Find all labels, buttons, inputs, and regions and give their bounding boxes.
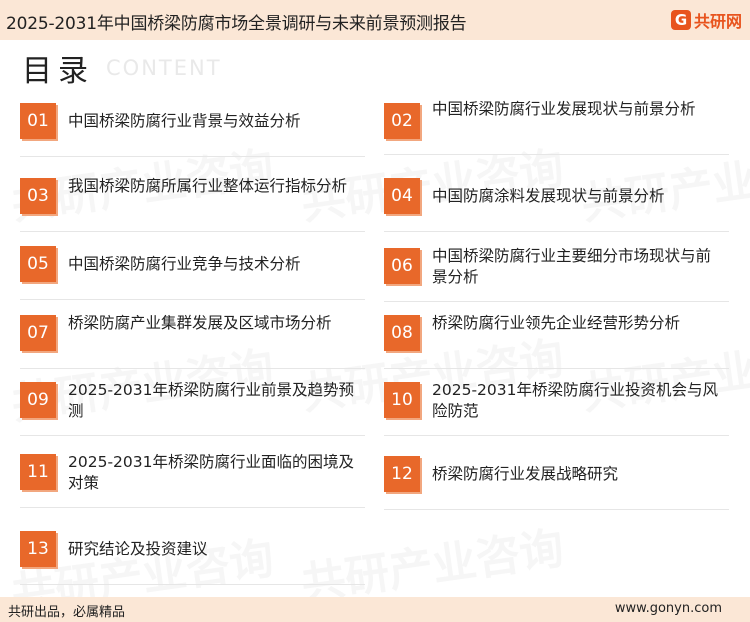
toc-item-title: 中国桥梁防腐行业背景与效益分析 bbox=[68, 112, 301, 130]
toc-item-number: 12 bbox=[384, 456, 420, 492]
toc-item[interactable]: 02 中国桥梁防腐行业发展现状与前景分析 bbox=[384, 97, 729, 155]
toc-item-number: 07 bbox=[20, 315, 56, 351]
toc-item-title: 中国桥梁防腐行业竞争与技术分析 bbox=[68, 255, 301, 273]
toc-item[interactable]: 03 我国桥梁防腐所属行业整体运行指标分析 bbox=[20, 174, 365, 232]
toc-item-number: 13 bbox=[20, 531, 56, 567]
toc-heading-en: CONTENT bbox=[106, 56, 222, 80]
toc-item-title: 中国防腐涂料发展现状与前景分析 bbox=[432, 187, 665, 205]
toc-item[interactable]: 07 桥梁防腐产业集群发展及区域市场分析 bbox=[20, 311, 365, 369]
toc-item-title: 研究结论及投资建议 bbox=[68, 540, 208, 558]
toc-item-title: 桥梁防腐产业集群发展及区域市场分析 bbox=[68, 314, 332, 332]
divider bbox=[384, 368, 729, 369]
brand-logo: G 共研网 bbox=[670, 9, 742, 31]
toc-item-number: 11 bbox=[20, 454, 56, 490]
toc-item-title: 2025-2031年桥梁防腐行业前景及趋势预测 bbox=[68, 381, 354, 420]
toc-item-title: 2025-2031年桥梁防腐行业面临的困境及对策 bbox=[68, 453, 354, 492]
toc-item-number: 02 bbox=[384, 103, 420, 139]
toc-item-number: 08 bbox=[384, 315, 420, 351]
toc-item[interactable]: 08 桥梁防腐行业领先企业经营形势分析 bbox=[384, 311, 729, 369]
toc-item[interactable]: 05 中国桥梁防腐行业竞争与技术分析 bbox=[20, 242, 365, 300]
footer-slogan: 共研出品，必属精品 bbox=[8, 605, 126, 620]
toc-item[interactable]: 12 桥梁防腐行业发展战略研究 bbox=[384, 452, 729, 510]
toc-item-title: 中国桥梁防腐行业发展现状与前景分析 bbox=[432, 100, 696, 118]
toc-item[interactable]: 06 中国桥梁防腐行业主要细分市场现状与前景分析 bbox=[384, 244, 729, 302]
toc-item-number: 09 bbox=[20, 382, 56, 418]
divider bbox=[20, 299, 365, 300]
divider bbox=[384, 435, 729, 436]
footer-bar: 共研出品，必属精品 www.gonyn.com bbox=[0, 597, 750, 622]
divider bbox=[384, 231, 729, 232]
divider bbox=[20, 584, 365, 585]
toc-item[interactable]: 09 2025-2031年桥梁防腐行业前景及趋势预测 bbox=[20, 378, 365, 436]
toc-item-number: 03 bbox=[20, 178, 56, 214]
toc-item[interactable]: 04 中国防腐涂料发展现状与前景分析 bbox=[384, 174, 729, 232]
logo-icon: G bbox=[670, 10, 691, 30]
footer-website-link[interactable]: www.gonyn.com bbox=[615, 601, 722, 616]
divider bbox=[20, 368, 365, 369]
logo-text: 共研网 bbox=[693, 12, 742, 31]
divider bbox=[20, 507, 365, 508]
header-bar: 2025-2031年中国桥梁防腐市场全景调研与未来前景预测报告 G 共研网 bbox=[0, 0, 750, 40]
toc-item-number: 04 bbox=[384, 178, 420, 214]
divider bbox=[384, 154, 729, 155]
divider bbox=[20, 231, 365, 232]
toc-item-title: 桥梁防腐行业发展战略研究 bbox=[432, 465, 619, 483]
toc-item-number: 06 bbox=[384, 248, 420, 284]
toc-item[interactable]: 01 中国桥梁防腐行业背景与效益分析 bbox=[20, 99, 365, 157]
divider bbox=[384, 301, 729, 302]
toc-item-number: 05 bbox=[20, 246, 56, 282]
divider bbox=[20, 156, 365, 157]
toc-item-number: 10 bbox=[384, 382, 420, 418]
toc-heading: 目录 bbox=[22, 54, 94, 89]
toc-item-title: 中国桥梁防腐行业主要细分市场现状与前景分析 bbox=[432, 247, 712, 286]
divider bbox=[20, 435, 365, 436]
toc-item-title: 2025-2031年桥梁防腐行业投资机会与风险防范 bbox=[432, 381, 718, 420]
toc-item-title: 桥梁防腐行业领先企业经营形势分析 bbox=[432, 314, 681, 332]
toc-item[interactable]: 13 研究结论及投资建议 bbox=[20, 527, 365, 585]
document-title: 2025-2031年中国桥梁防腐市场全景调研与未来前景预测报告 bbox=[6, 14, 467, 34]
toc-item-number: 01 bbox=[20, 103, 56, 139]
toc-item[interactable]: 10 2025-2031年桥梁防腐行业投资机会与风险防范 bbox=[384, 378, 729, 436]
divider bbox=[384, 509, 729, 510]
toc-item[interactable]: 11 2025-2031年桥梁防腐行业面临的困境及对策 bbox=[20, 450, 365, 508]
toc-item-title: 我国桥梁防腐所属行业整体运行指标分析 bbox=[68, 177, 348, 195]
